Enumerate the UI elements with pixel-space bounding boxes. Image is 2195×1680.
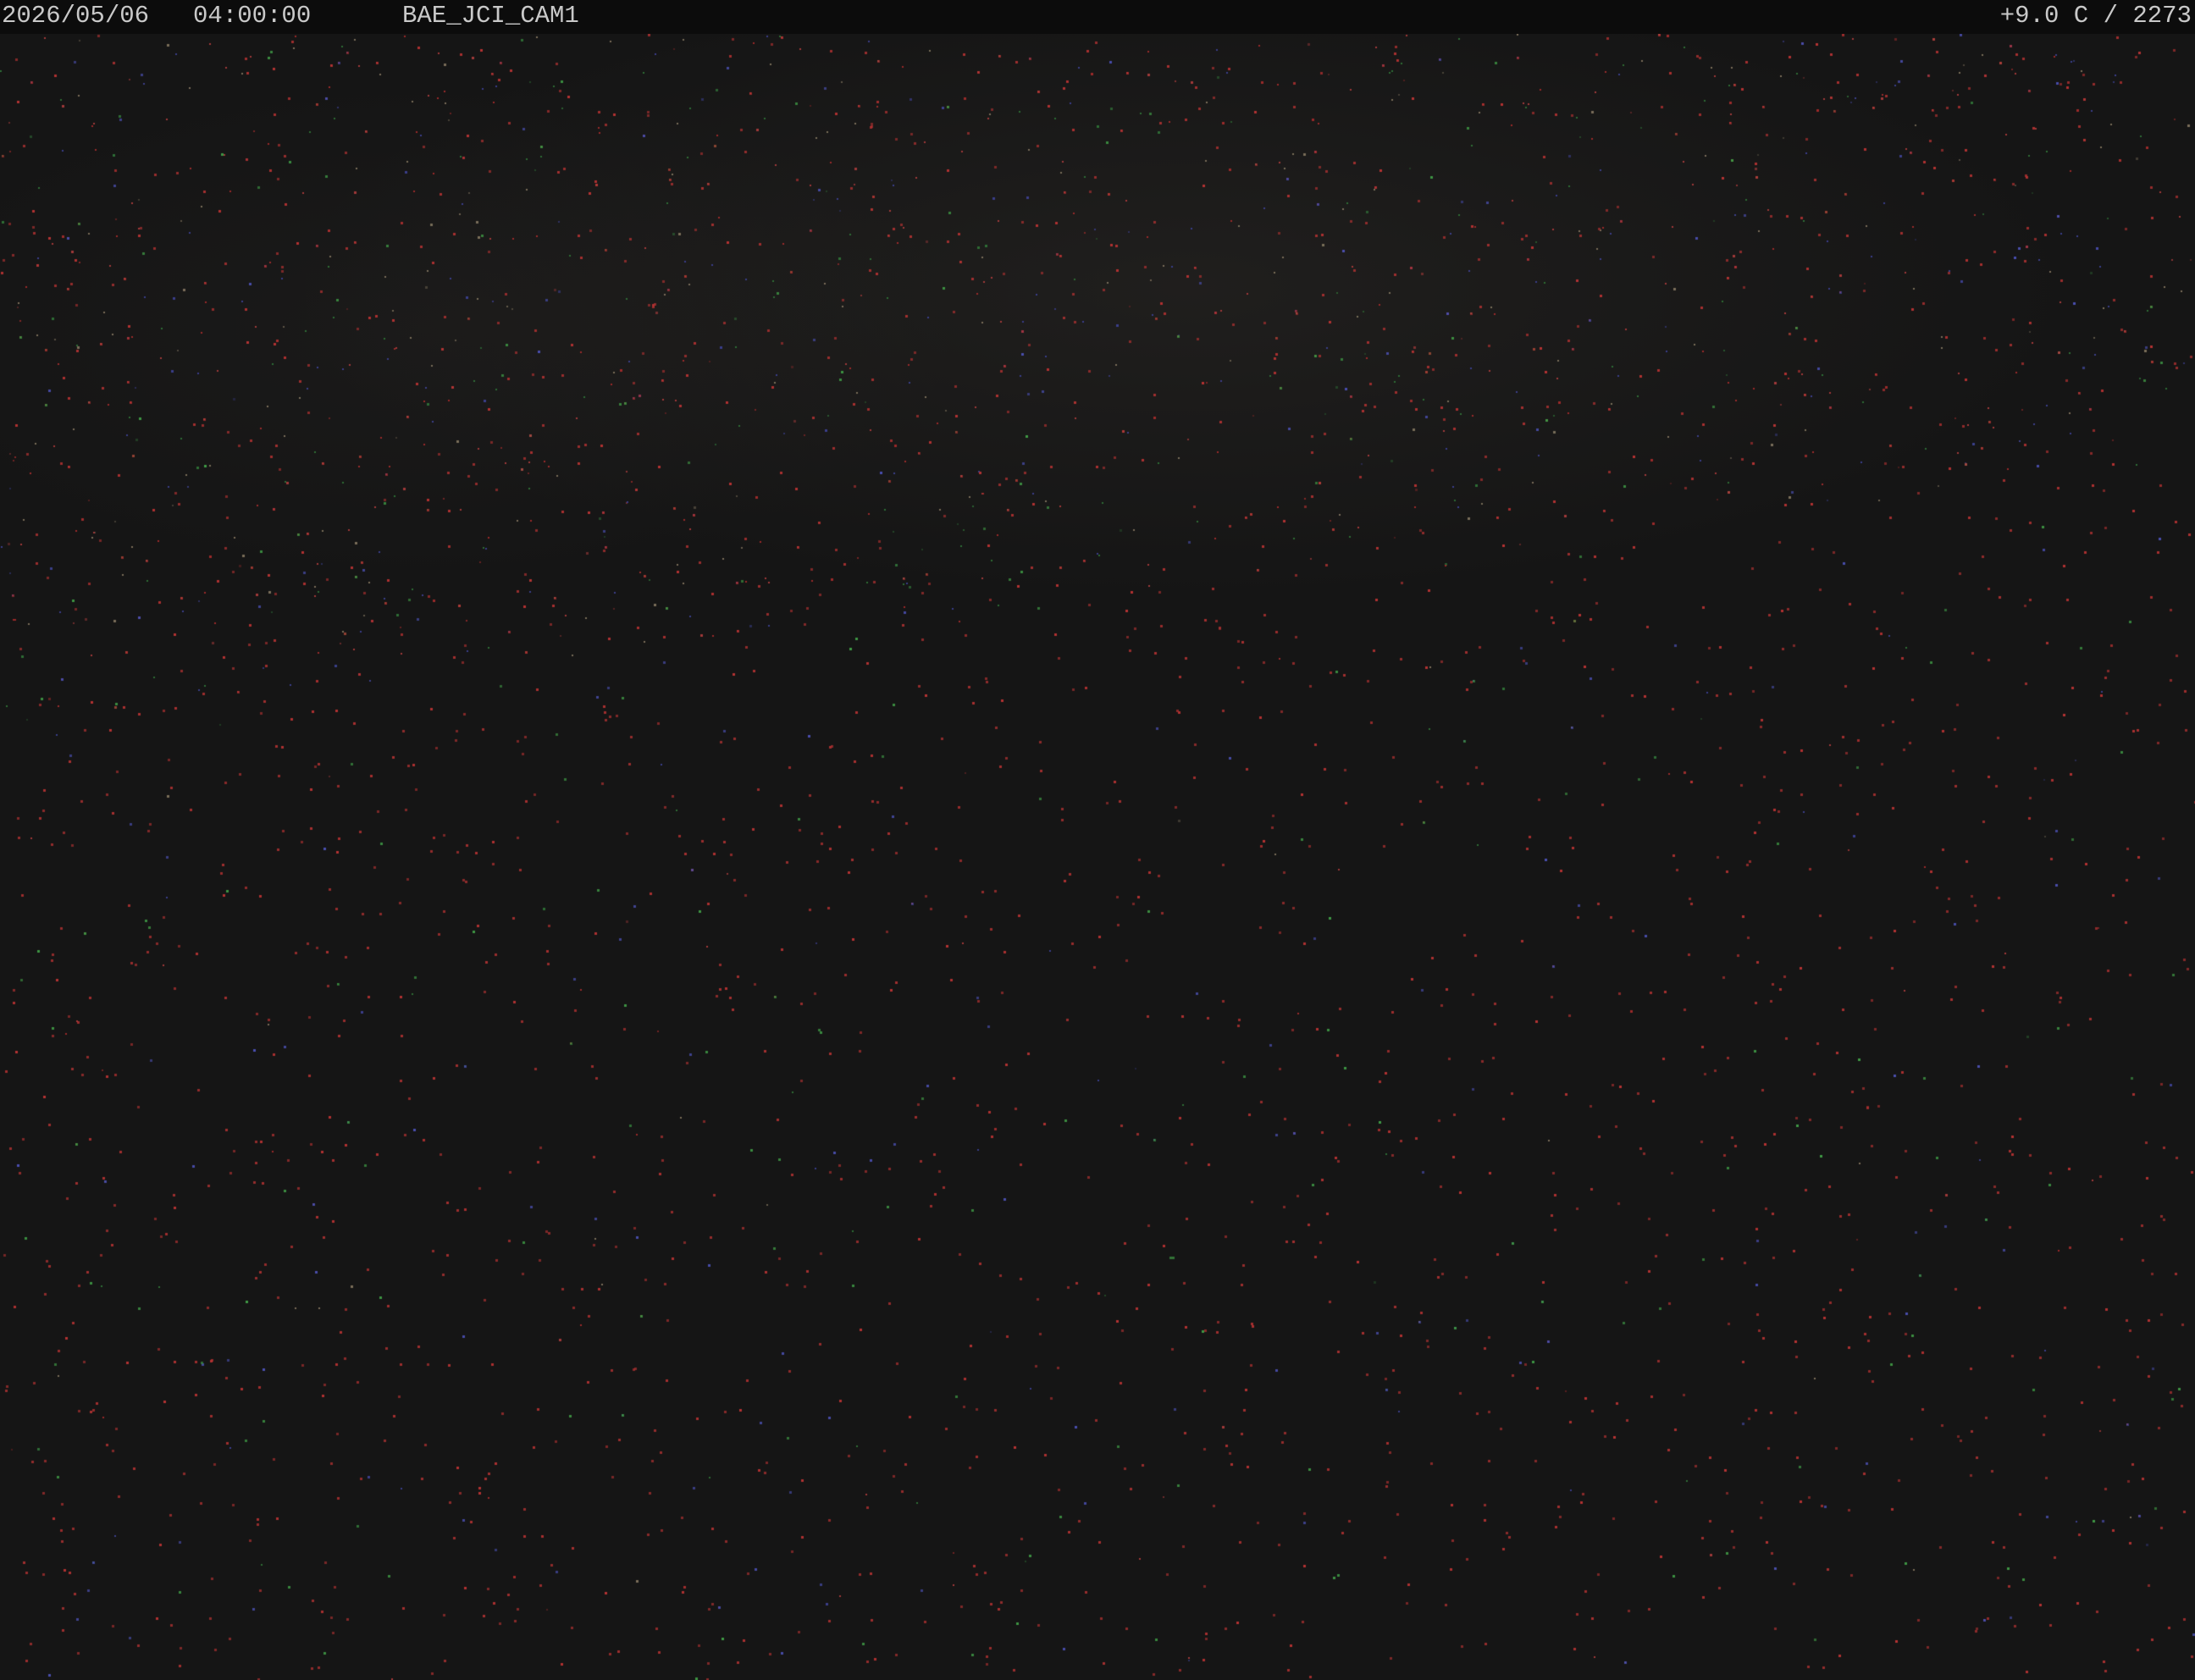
- sensor-noise: [0, 34, 2195, 1680]
- temperature-altitude: +9.0 C / 2273: [1999, 2, 2192, 30]
- overlay-date: 2026/05/06: [2, 2, 150, 30]
- camera-name: BAE_JCI_CAM1: [402, 2, 579, 30]
- overlay-time: 04:00:00: [193, 2, 312, 30]
- timestamp-overlay: 2026/05/06 04:00:00 BAE_JCI_CAM1 +9.0 C …: [0, 0, 2195, 34]
- webcam-image: 2026/05/06 04:00:00 BAE_JCI_CAM1 +9.0 C …: [0, 0, 2195, 1680]
